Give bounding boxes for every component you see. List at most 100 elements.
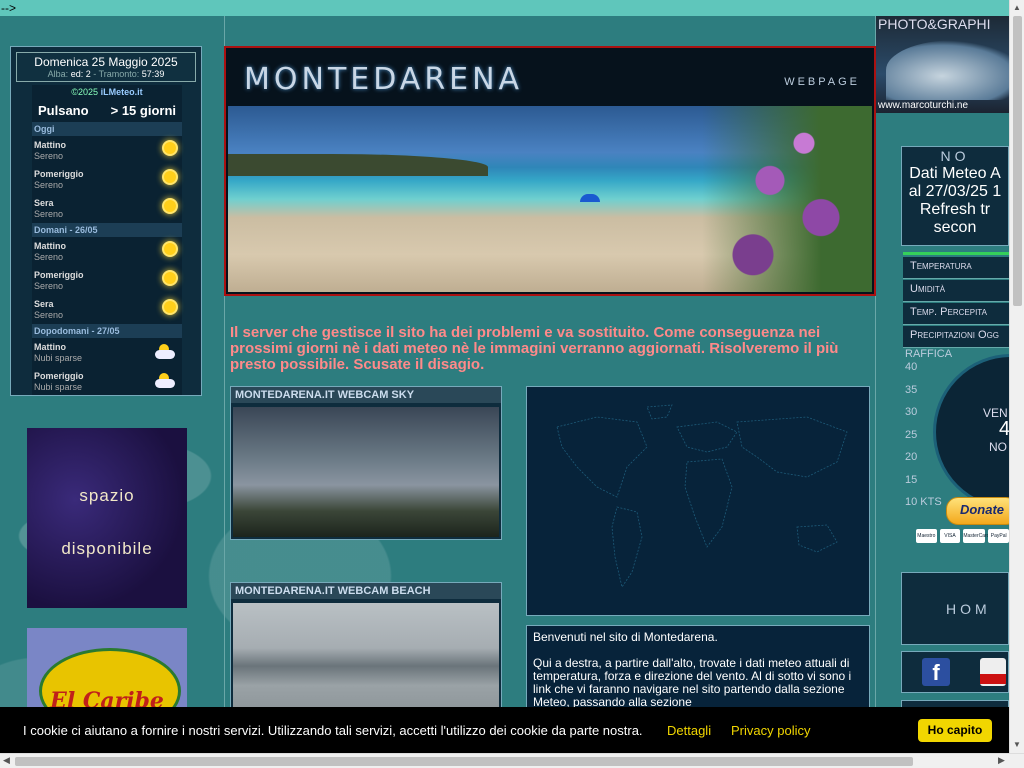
scroll-down-icon[interactable]: ▼: [1013, 740, 1021, 749]
photography-ad[interactable]: PHOTO&GRAPHI www.marcoturchi.ne: [876, 16, 1009, 113]
sun-icon: [164, 171, 176, 183]
site-subtitle: WEBPAGE: [784, 76, 860, 88]
donate-button[interactable]: Donate: [946, 497, 1018, 525]
weather-widget: Domenica 25 Maggio 2025 Alba: ed: 2 - Tr…: [10, 46, 202, 396]
beach-photo: [228, 106, 872, 292]
weather-range-link[interactable]: > 15 giorni: [111, 103, 176, 118]
vertical-scroll-thumb[interactable]: [1013, 16, 1022, 306]
forecast-time: Mattino: [34, 342, 66, 352]
sun-times-separator: -: [93, 69, 97, 79]
photo-ad-wave: [886, 40, 1009, 100]
world-map: [526, 386, 870, 616]
menu-item-temperatura[interactable]: Temperatura: [903, 257, 1009, 279]
cookie-message: I cookie ci aiutano a fornire i nostri s…: [23, 723, 643, 738]
gauge-scale-tick: 10 KTS: [905, 496, 942, 508]
sun-icon: [164, 272, 176, 284]
photography-ad-title: PHOTO&GRAPHI: [878, 16, 991, 32]
site-title: MONTEDARENA: [244, 62, 524, 97]
photo-flowers: [702, 106, 872, 292]
paypal-card-icon: PayPal: [988, 529, 1010, 543]
forecast-panel: ©2025 iLMeteo.it Pulsano > 15 giorni Ogg…: [32, 85, 182, 395]
menu-item-temp-percepita[interactable]: Temp. Percepita: [903, 303, 1009, 325]
forecast-time: Sera: [34, 299, 54, 309]
scroll-left-icon[interactable]: ◀: [3, 755, 10, 766]
forecast-row: Sera Sereno: [32, 295, 182, 324]
meteo-menu: Temperatura Umidità Temp. Percepita Prec…: [903, 257, 1009, 349]
cloud-sun-icon: [155, 344, 177, 360]
visa-card-icon: VISA: [939, 529, 961, 543]
copyright-text: ©2025: [71, 87, 99, 97]
forecast-desc: Sereno: [34, 209, 64, 219]
forecast-desc: Sereno: [34, 180, 64, 190]
menu-item-precipitazioni[interactable]: Precipitazioni Ogg: [903, 326, 1009, 348]
wind-gust-gauge: RAFFICA 40 35 30 25 20 15 10 KTS VEN 4 NO: [903, 348, 1009, 508]
forecast-time: Pomeriggio: [34, 371, 84, 381]
forecast-section-title: Domani - 26/05: [32, 223, 182, 237]
top-comment-bar: -->: [0, 0, 1024, 16]
photography-ad-url: www.marcoturchi.ne: [878, 100, 969, 111]
gauge-scale-tick: 20: [905, 451, 918, 463]
sun-icon: [164, 200, 176, 212]
horizontal-scroll-thumb[interactable]: [15, 757, 913, 766]
sun-icon: [164, 243, 176, 255]
welcome-line-1: Benvenuti nel sito di Montedarena.: [533, 630, 718, 644]
tramonto-value: 57:39: [141, 69, 165, 79]
sun-icon: [164, 142, 176, 154]
gauge-scale: 40 35 30 25 20 15 10 KTS: [905, 356, 942, 508]
weather-date-box: Domenica 25 Maggio 2025 Alba: ed: 2 - Tr…: [16, 52, 196, 82]
forecast-list: Oggi Mattino Sereno Pomeriggio Sereno Sera Ser…: [32, 122, 182, 395]
forecast-desc: Sereno: [34, 252, 64, 262]
ilmeteo-link[interactable]: iLMeteo.it: [101, 87, 143, 97]
scroll-right-icon[interactable]: ▶: [998, 755, 1005, 766]
forecast-time: Sera: [34, 198, 54, 208]
mastercard-card-icon: MasterCard: [963, 529, 989, 543]
weather-copyright: ©2025 iLMeteo.it: [32, 85, 182, 99]
meteo-notice-heading: NO: [940, 148, 970, 164]
weather-city[interactable]: Pulsano: [38, 103, 89, 118]
webcam-sky-panel: MONTEDARENA.IT WEBCAM SKY: [230, 386, 502, 540]
forecast-time: Pomeriggio: [34, 270, 84, 280]
forecast-row: Pomeriggio Nubi sparse: [32, 367, 182, 395]
meteo-notice-box: NO Dati Meteo A al 27/03/25 1 Refresh tr…: [901, 146, 1009, 246]
forecast-row: Pomeriggio Sereno: [32, 165, 182, 194]
home-link[interactable]: HOM: [946, 601, 991, 617]
photo-headland: [228, 154, 488, 176]
horizontal-scrollbar[interactable]: ◀ ▶: [0, 753, 1024, 768]
forecast-desc: Nubi sparse: [34, 382, 83, 392]
ad-line-1: spazio: [79, 486, 135, 505]
cloud-part: [155, 379, 175, 388]
sun-icon: [164, 301, 176, 313]
forecast-time: Mattino: [34, 140, 66, 150]
cookie-accept-button[interactable]: Ho capito: [918, 719, 992, 742]
forecast-row: Mattino Sereno: [32, 136, 182, 165]
gauge-scale-tick: 35: [905, 383, 918, 396]
meteo-notice-line: Refresh tr: [919, 201, 991, 218]
weather-city-row: Pulsano > 15 giorni: [32, 99, 182, 122]
meteo-notice-line: al 27/03/25 1: [908, 183, 1002, 200]
privacy-policy-link[interactable]: Privacy policy: [731, 723, 810, 738]
gauge-scale-tick: 25: [905, 428, 918, 441]
home-link-box[interactable]: HOM: [901, 572, 1009, 645]
scroll-up-icon[interactable]: ▲: [1013, 3, 1021, 12]
social-links: f: [901, 651, 1009, 693]
gauge-scale-tick: 15: [905, 473, 918, 486]
ad-space-available[interactable]: spazio disponibile: [27, 428, 187, 608]
cookie-details-link[interactable]: Dettagli: [667, 723, 711, 738]
header-banner: MONTEDARENA WEBPAGE: [224, 46, 876, 296]
gauge-value: 4: [999, 418, 1009, 440]
cloud-part: [155, 350, 175, 359]
meteo-notice-line: secon: [933, 219, 977, 236]
ad-line-2: disponibile: [61, 539, 153, 558]
alba-label: Alba:: [47, 69, 69, 79]
gauge-direction: NO: [989, 440, 1007, 454]
gauge-scale-tick: 40: [905, 361, 918, 373]
sun-times: Alba: ed: 2 - Tramonto: 57:39: [17, 69, 195, 79]
menu-item-umidita[interactable]: Umidità: [903, 280, 1009, 302]
forecast-desc: Sereno: [34, 281, 64, 291]
webcam-beach-title: MONTEDARENA.IT WEBCAM BEACH: [231, 583, 501, 599]
maestro-card-icon: Maestro: [916, 529, 937, 543]
facebook-icon[interactable]: f: [922, 658, 950, 686]
youtube-icon[interactable]: [980, 658, 1006, 686]
webcam-sky-image[interactable]: [233, 407, 499, 537]
vertical-scrollbar[interactable]: ▲ ▼: [1009, 0, 1024, 753]
